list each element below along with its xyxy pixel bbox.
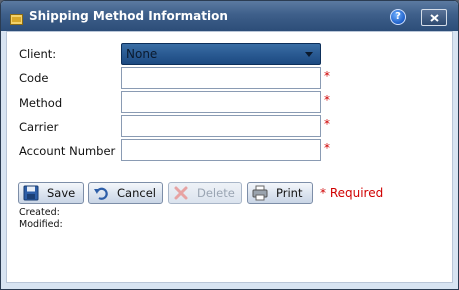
carrier-field[interactable]: [121, 115, 321, 137]
form-panel: Client: None Code * Method * Carrier * A…: [6, 31, 453, 283]
print-button-label: Print: [276, 186, 303, 200]
window-bottom-border: [1, 283, 458, 289]
client-label: Client:: [19, 47, 57, 61]
delete-button[interactable]: Delete: [168, 182, 242, 204]
save-button-label: Save: [47, 186, 76, 200]
modified-label: Modified:: [19, 219, 63, 230]
help-button[interactable]: ?: [390, 9, 406, 25]
created-label: Created:: [19, 207, 60, 218]
method-required-marker: *: [324, 93, 330, 107]
client-select-value: None: [126, 47, 158, 61]
printer-icon: [252, 185, 268, 201]
save-button[interactable]: Save: [18, 182, 84, 204]
code-field[interactable]: [121, 67, 321, 89]
window-icon: [10, 10, 23, 25]
save-icon: [23, 185, 39, 201]
carrier-label: Carrier: [19, 120, 59, 134]
chevron-down-icon: [305, 52, 313, 57]
delete-x-icon: [173, 185, 189, 201]
delete-button-label: Delete: [197, 186, 235, 200]
shipping-method-dialog: Shipping Method Information ? Client: No…: [0, 0, 459, 290]
account-number-label: Account Number: [19, 144, 116, 158]
title-bar[interactable]: Shipping Method Information ?: [1, 1, 458, 31]
account-number-required-marker: *: [324, 141, 330, 155]
cancel-button[interactable]: Cancel: [88, 182, 163, 204]
account-number-field[interactable]: [121, 139, 321, 161]
close-icon: [430, 14, 439, 22]
code-required-marker: *: [324, 69, 330, 83]
carrier-required-marker: *: [324, 117, 330, 131]
print-button[interactable]: Print: [247, 182, 313, 204]
undo-icon: [93, 185, 109, 201]
method-field[interactable]: [121, 91, 321, 113]
method-label: Method: [19, 96, 63, 110]
client-select[interactable]: None: [121, 43, 321, 65]
close-button[interactable]: [421, 9, 447, 26]
window-title: Shipping Method Information: [29, 9, 228, 23]
cancel-button-label: Cancel: [117, 186, 156, 200]
code-label: Code: [19, 71, 49, 85]
required-note: * Required: [320, 186, 384, 200]
